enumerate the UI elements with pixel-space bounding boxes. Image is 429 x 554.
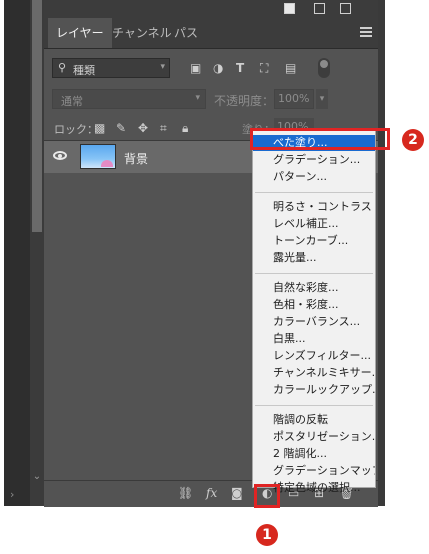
menu-item[interactable]: 白黒... — [253, 331, 375, 347]
menu-item[interactable]: ポスタリゼーション... — [253, 429, 375, 445]
panel-tab-bar: レイヤー チャンネル パス — [44, 18, 378, 49]
menu-item[interactable]: 露光量... — [253, 250, 375, 266]
lock-artboard-icon[interactable]: ⌗ — [160, 121, 167, 136]
layer-name: 背景 — [124, 152, 149, 166]
callout-badge-2: 2 — [402, 129, 424, 151]
trash-icon[interactable] — [340, 3, 351, 14]
adjustment-layer-menu: べた塗り...グラデーション...パターン...明るさ・コントラスト...レベル… — [252, 130, 376, 494]
filter-kind-select[interactable]: ⚲ 種類 ▾ — [52, 58, 170, 78]
layer-thumbnail — [80, 144, 116, 169]
smart-object-filter-icon[interactable]: ▤ — [285, 61, 296, 75]
menu-item[interactable]: 自然な彩度... — [253, 280, 375, 296]
fx-icon[interactable]: fx — [206, 486, 217, 500]
chevron-down-icon: ▾ — [195, 93, 200, 103]
lock-position-icon[interactable]: ✥ — [138, 121, 148, 135]
menu-item[interactable]: レベル補正... — [253, 216, 375, 232]
opacity-label: 不透明度： — [214, 94, 275, 108]
blend-mode-select[interactable]: 通常 ▾ — [52, 89, 206, 109]
menu-item[interactable]: 2 階調化... — [253, 446, 375, 462]
link-icon[interactable]: ⛓ — [178, 486, 193, 500]
lock-transparent-icon[interactable]: ▩ — [94, 121, 105, 135]
filter-kind-label: 種類 — [73, 64, 95, 77]
lock-brush-icon[interactable]: ✎ — [116, 121, 126, 135]
expand-chevron-icon[interactable]: › — [10, 488, 14, 501]
tab-layers[interactable]: レイヤー — [48, 18, 112, 48]
menu-item[interactable]: チャンネルミキサー... — [253, 365, 375, 381]
callout-badge-1: 1 — [256, 524, 278, 546]
chevron-down-icon: ▾ — [160, 62, 165, 72]
pixel-filter-icon[interactable]: ▣ — [190, 61, 201, 75]
menu-separator — [255, 273, 373, 274]
menu-item[interactable]: トーンカーブ... — [253, 233, 375, 249]
opacity-field[interactable]: 100% — [274, 89, 314, 109]
filter-toggle[interactable] — [318, 58, 330, 78]
lock-all-icon[interactable]: 🔒︎ — [182, 121, 188, 136]
panel-menu-icon[interactable] — [360, 27, 372, 37]
tab-paths[interactable]: パス — [166, 18, 206, 48]
top-panel-strip — [44, 0, 378, 18]
menu-separator — [255, 192, 373, 193]
left-dock-strip — [4, 0, 30, 506]
type-filter-icon[interactable]: T — [236, 61, 244, 75]
menu-item[interactable]: パターン... — [253, 169, 375, 185]
menu-item[interactable]: 明るさ・コントラスト... — [253, 199, 375, 215]
menu-separator — [255, 405, 373, 406]
blend-mode-value: 通常 — [61, 95, 83, 108]
menu-item[interactable]: カラールックアップ... — [253, 382, 375, 398]
menu-item[interactable]: 階調の反転 — [253, 412, 375, 428]
adjustment-filter-icon[interactable]: ◑ — [213, 61, 223, 75]
menu-item[interactable]: カラーバランス... — [253, 314, 375, 330]
shape-filter-icon[interactable]: ⛶ — [260, 61, 268, 75]
menu-item[interactable]: 色相・彩度... — [253, 297, 375, 313]
search-icon: ⚲ — [58, 61, 67, 74]
callout-box-2 — [250, 128, 390, 150]
chevron-down-icon[interactable]: ▾ — [316, 89, 328, 109]
menu-item[interactable]: グラデーション... — [253, 152, 375, 168]
lock-label: ロック： — [54, 123, 98, 136]
new-item-icon[interactable] — [314, 3, 325, 14]
mask-icon[interactable]: ◙ — [231, 486, 243, 500]
eye-icon[interactable] — [53, 151, 67, 160]
callout-box-1 — [254, 484, 280, 508]
panel-scrollbar-thumb[interactable] — [32, 0, 42, 232]
scroll-down-icon[interactable]: ⌄ — [30, 470, 44, 484]
right-scrollbar[interactable] — [378, 0, 385, 506]
menu-item[interactable]: グラデーションマップ... — [253, 463, 375, 479]
menu-item[interactable]: レンズフィルター... — [253, 348, 375, 364]
new-group-icon[interactable] — [284, 3, 295, 14]
